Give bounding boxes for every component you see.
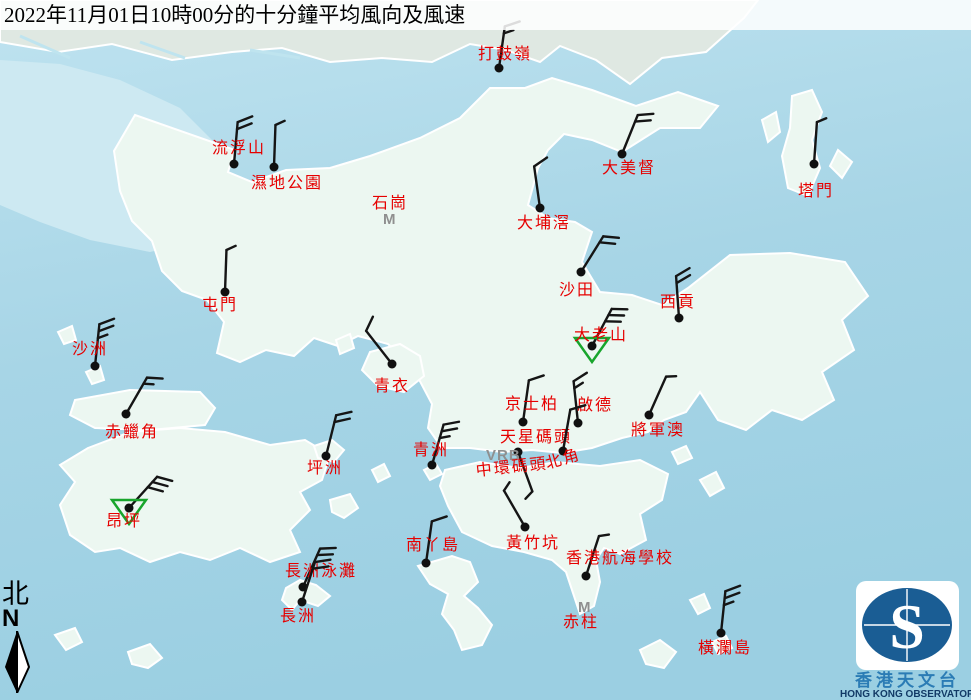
station-label-sai-kung[interactable]: 西貢	[660, 295, 696, 311]
station-label-ta-kwu-ling[interactable]: 打鼓嶺	[478, 47, 532, 63]
hko-logo-icon: S	[856, 581, 959, 670]
station-label-peng-chau[interactable]: 坪洲	[307, 461, 343, 477]
map-title: 2022年11月01日10時00分的十分鐘平均風向及風速	[0, 0, 971, 30]
station-dot	[422, 559, 431, 568]
station-label-stanley[interactable]: 赤柱	[563, 615, 599, 631]
station-dot	[125, 504, 134, 513]
station-dot	[618, 150, 627, 159]
station-label-green-island[interactable]: 青洲	[413, 443, 449, 459]
station-dot	[428, 461, 437, 470]
station-label-tseung-kwan-o[interactable]: 將軍澳	[631, 423, 685, 439]
station-label-ngong-ping[interactable]: 昂坪	[106, 514, 142, 530]
north-arrow-icon	[3, 631, 33, 693]
svg-text:S: S	[889, 591, 925, 662]
station-label-tuen-mun[interactable]: 屯門	[202, 298, 238, 314]
north-compass: 北 N	[2, 580, 36, 693]
station-dot	[270, 163, 279, 172]
compass-north-letter: N	[2, 608, 36, 631]
hko-logo: S 香港天文台 HONG KONG OBSERVATORY	[844, 581, 971, 700]
hko-logo-chinese: 香港天文台	[844, 672, 971, 689]
wind-map-frame: 2022年11月01日10時00分的十分鐘平均風向及風速 打鼓嶺流浮山濕地公園M…	[0, 0, 971, 700]
station-label-tap-mun[interactable]: 塔門	[798, 184, 834, 200]
station-dot	[221, 288, 230, 297]
station-label-tai-mei-tuk[interactable]: 大美督	[602, 161, 656, 177]
missing-data-marker: M	[578, 600, 592, 615]
station-dot	[388, 360, 397, 369]
station-label-shek-kong[interactable]: 石崗	[372, 196, 408, 212]
station-dot	[717, 629, 726, 638]
station-dot	[645, 411, 654, 420]
station-label-waglan-island[interactable]: 橫瀾島	[698, 641, 752, 657]
station-dot	[675, 314, 684, 323]
station-label-lamma-island[interactable]: 南丫島	[406, 538, 460, 554]
station-label-tates-cairn[interactable]: 大老山	[574, 328, 628, 344]
station-dot	[495, 64, 504, 73]
station-dot	[298, 598, 307, 607]
station-label-cheung-chau[interactable]: 長洲	[280, 609, 316, 625]
station-dot	[122, 410, 131, 419]
hko-logo-english: HONG KONG OBSERVATORY	[840, 689, 971, 700]
missing-data-marker: M	[383, 212, 397, 227]
station-dot	[810, 160, 819, 169]
compass-north-chinese: 北	[2, 580, 36, 608]
station-label-wetland-park[interactable]: 濕地公園	[251, 176, 323, 192]
station-dot	[582, 572, 591, 581]
